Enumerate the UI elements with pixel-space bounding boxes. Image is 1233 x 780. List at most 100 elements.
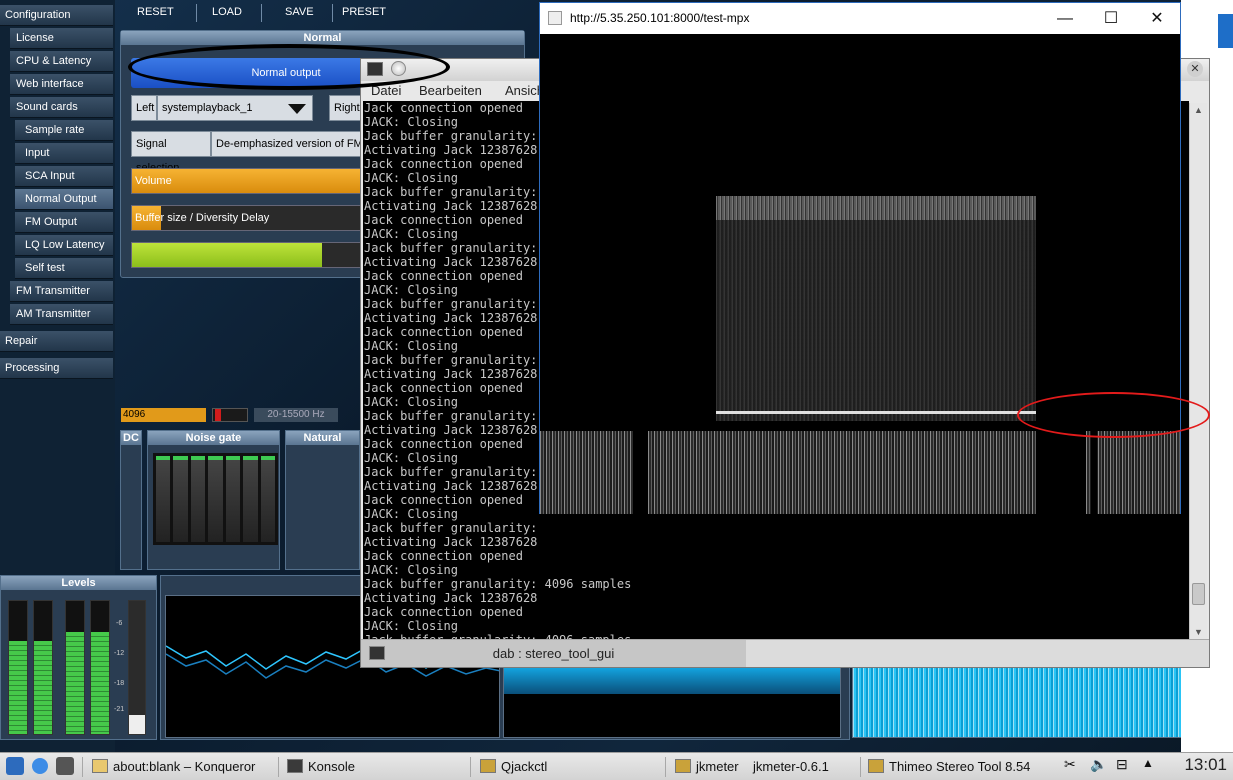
spectrum-band [504,666,840,694]
task-qjackctl[interactable]: Qjackctl [480,756,547,778]
sidebar-item-sound-cards[interactable]: Sound cards [10,97,113,118]
toolbar-separator [332,4,333,22]
sidebar-item-license[interactable]: License [10,28,113,49]
natural-module: Natural [285,430,360,570]
sidebar-item-web-interface[interactable]: Web interface [10,74,113,95]
sidebar-item-label: License [16,32,54,44]
sidebar-item-fm-transmitter[interactable]: FM Transmitter [10,281,113,302]
browser-launcher-icon[interactable] [32,758,48,774]
level-tick: -6 [116,620,123,627]
volume-slider[interactable]: Volume [131,168,371,194]
sidebar-item-repair[interactable]: Repair [0,331,113,352]
terminal-line: Jack buffer granularity: [364,521,538,535]
red-indicator [212,408,248,422]
panel-title: Normal [121,31,524,45]
task-label: jkmeter [696,759,739,774]
sidebar-item-sca-input[interactable]: SCA Input [15,166,113,187]
sidebar-item-label: Web interface [16,78,84,90]
scroll-down-icon[interactable]: ▼ [1194,627,1203,637]
konsole-tab[interactable]: dab : stereo_tool_gui [361,640,746,667]
kde-menu-icon[interactable] [6,757,24,775]
tray-expand-icon[interactable]: ▲ [1142,756,1154,770]
terminal-scrollbar[interactable]: ▲ ▼ [1189,103,1207,639]
launcher-icon[interactable] [56,757,74,775]
qjackctl-icon [480,759,496,773]
sidebar-item-normal-output[interactable]: Normal Output [15,189,113,210]
level-meter [8,600,28,735]
left-label: Left [131,95,157,121]
tools-icon[interactable]: ✂ [1064,756,1076,773]
terminal-line: Jack connection opened [364,549,523,563]
menu-bearbeiten[interactable]: Bearbeiten [419,83,482,98]
close-button[interactable]: ✕ [1134,6,1180,32]
task-stereo-tool[interactable]: Thimeo Stereo Tool 8.54 [868,756,1040,778]
sidebar-item-label: CPU & Latency [16,55,92,67]
scrollbar-thumb[interactable] [1192,583,1205,605]
left-channel-value: systemplayback_1 [162,102,253,114]
sidebar-item-fm-output[interactable]: FM Output [15,212,113,233]
sidebar-item-label: Sound cards [16,101,78,113]
sidebar-item-am-transmitter[interactable]: AM Transmitter [10,304,113,325]
level-tick: -21 [114,706,125,713]
sidebar-item-label: AM Transmitter [16,308,91,320]
frequency-range: 20-15500 Hz [254,408,338,422]
save-button[interactable]: SAVE [285,6,314,18]
task-label: Thimeo Stereo Tool 8.54 [889,759,1031,774]
folder-icon [92,759,108,773]
sidebar-item-configuration[interactable]: Configuration [0,5,113,26]
desktop: Configuration License CPU & Latency Web … [0,0,1233,780]
sidebar-item-sample-rate[interactable]: Sample rate [15,120,113,141]
reset-button[interactable]: RESET [137,6,174,18]
terminal-line: Jack buffer granularity: 4096 samples [364,577,632,591]
toolbar-separator [261,4,262,22]
network-icon[interactable]: ⊟ [1116,756,1128,773]
chevron-down-icon [288,104,306,114]
sidebar-item-label: Sample rate [25,124,85,136]
terminal-line: Activating Jack 12387628 [364,591,538,605]
sidebar-item-lq-low-latency[interactable]: LQ Low Latency [15,235,113,256]
left-channel-select[interactable]: systemplayback_1 [157,95,313,121]
sidebar-item-input[interactable]: Input [15,143,113,164]
sidebar-item-processing[interactable]: Processing [0,358,113,379]
sidebar-item-cpu-latency[interactable]: CPU & Latency [10,51,113,72]
close-icon[interactable]: ✕ [1187,61,1203,77]
sidebar-item-label: Processing [5,362,60,374]
levels-title: Levels [1,576,156,590]
green-level-bar[interactable] [131,242,371,268]
task-konsole[interactable]: Konsole [287,756,355,778]
sidebar-item-label: SCA Input [25,170,75,182]
level-meter [33,600,53,735]
stereo-tool-icon [868,759,884,773]
level-meter-reference [128,600,146,735]
signal-selection-select[interactable]: De-emphasized version of FM [211,131,371,157]
terminal-line: Jack connection opened [364,605,523,619]
preset-button[interactable]: PRESET [342,6,386,18]
minimize-button[interactable]: — [1042,6,1088,32]
sidebar-item-label: Configuration [5,9,71,21]
task-jkmeter[interactable]: jkmeter [675,756,739,778]
kde-icon [1218,14,1233,48]
spectrogram-view [540,34,1180,514]
sidebar-item-label: FM Transmitter [16,285,90,297]
spectrogram-pilot-line [716,411,1036,414]
konsole-tabbar: dab : stereo_tool_gui [361,639,1209,667]
buffer-size-label: Buffer size / Diversity Delay [135,212,270,224]
sidebar-item-label: Repair [5,335,38,347]
sidebar-item-self-test[interactable]: Self test [15,258,113,279]
task-label: Konsole [308,759,355,774]
spectrogram-top-band [716,196,1036,220]
task-konqueror[interactable]: about:blank – Konqueror [92,756,255,778]
browser-titlebar[interactable]: http://5.35.250.101:8000/test-mpx — ☐ ✕ [540,3,1180,34]
browser-title: http://5.35.250.101:8000/test-mpx [570,11,750,25]
terminal-line: Activating Jack 12387628 [364,535,538,549]
load-button[interactable]: LOAD [212,6,242,18]
buffer-size-slider[interactable]: Buffer size / Diversity Delay [131,205,371,231]
sidebar-item-label: Self test [25,262,65,274]
volume-icon[interactable]: 🔈 [1090,756,1107,773]
scroll-up-icon[interactable]: ▲ [1194,105,1203,115]
terminal-line: JACK: Closing [364,563,458,577]
clock: 13:01 [1184,755,1227,774]
terminal-icon [287,759,303,773]
maximize-button[interactable]: ☐ [1088,6,1134,32]
task-jkmeter-version[interactable]: jkmeter-0.6.1 [753,756,829,778]
